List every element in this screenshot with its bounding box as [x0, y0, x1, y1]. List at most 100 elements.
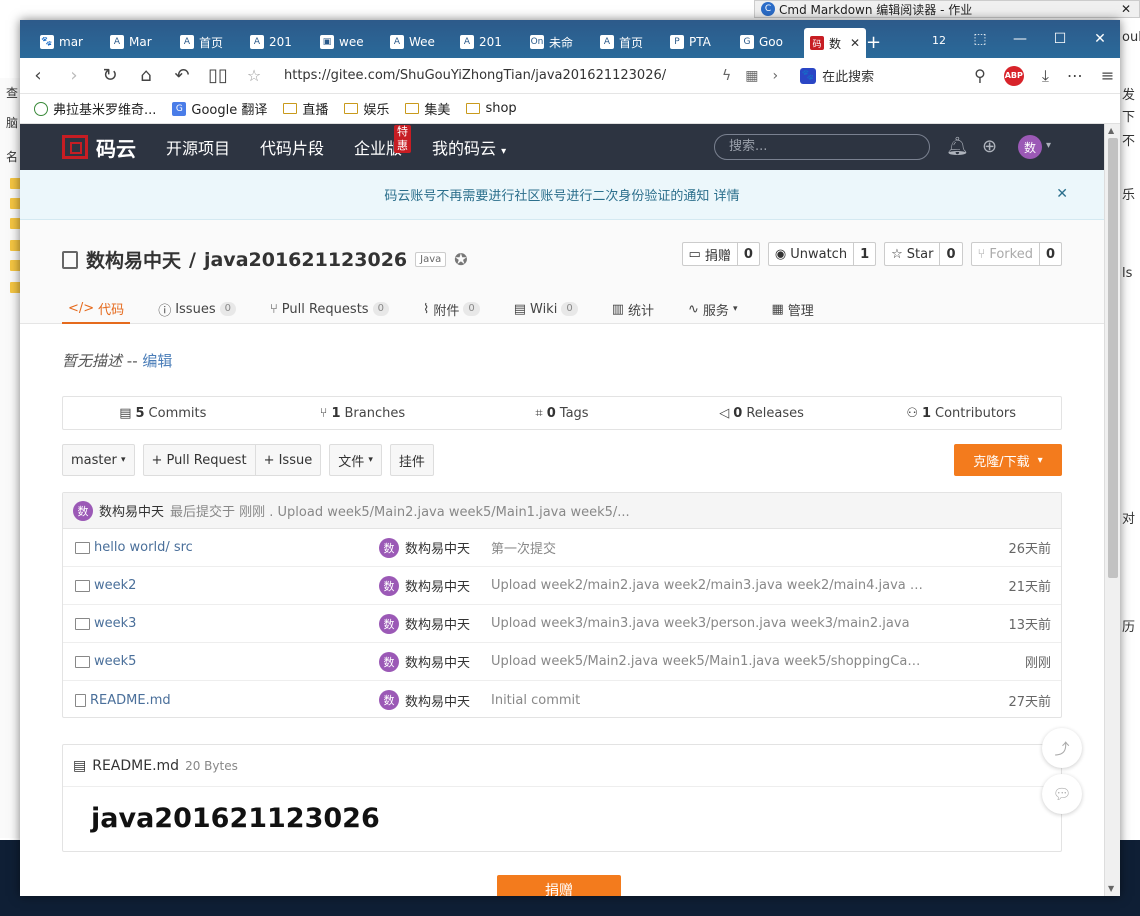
chevron-down-icon[interactable]: ▾ — [1046, 140, 1051, 151]
maximize-icon[interactable]: ☐ — [1040, 31, 1080, 47]
gitee-search-input[interactable]: 搜索... — [714, 134, 930, 160]
file-row[interactable]: week2 数数构易中天 Upload week2/main2.java wee… — [63, 567, 1061, 605]
url-input[interactable]: https://gitee.com/ShuGouYiZhongTian/java… — [284, 68, 714, 83]
tab-stats[interactable]: ▥ 统计 — [606, 294, 660, 324]
browser-tab[interactable]: A 201 — [454, 29, 524, 55]
edit-description-link[interactable]: 编辑 — [142, 352, 172, 370]
browser-tab[interactable]: G Goo — [734, 29, 804, 55]
close-icon[interactable]: ✕ — [1121, 2, 1131, 16]
browser-tab[interactable]: A 首页 — [174, 29, 244, 55]
file-name[interactable]: hello world/ src — [94, 540, 193, 555]
file-author[interactable]: 数构易中天 — [405, 538, 470, 557]
commit-author[interactable]: 数构易中天 — [99, 501, 164, 520]
new-tab-button[interactable]: + — [866, 32, 890, 53]
tab-attachments[interactable]: ⌇ 附件 0 — [417, 294, 486, 324]
stat-contributors[interactable]: ⚇ 1 Contributors — [861, 406, 1061, 421]
chat-icon[interactable]: 💬︎ — [1042, 774, 1082, 814]
donate-button[interactable]: 捐赠 — [497, 875, 621, 896]
forward-icon[interactable]: › — [56, 65, 92, 86]
star-icon[interactable]: ☆ — [236, 66, 272, 85]
repo-owner[interactable]: 数构易中天 — [86, 246, 181, 273]
plus-circle-icon[interactable]: ⊕ — [982, 136, 997, 157]
file-name[interactable]: week5 — [94, 654, 136, 669]
file-commit-message[interactable]: Upload week5/Main2.java week5/Main1.java… — [491, 654, 923, 669]
close-icon[interactable]: ✕ — [1056, 186, 1068, 202]
undo-icon[interactable]: ↶ — [164, 65, 200, 86]
close-tab-icon[interactable]: ✕ — [850, 36, 860, 50]
menu-icon[interactable]: ≡ — [1101, 66, 1114, 85]
tab-pull-requests[interactable]: ⑂ Pull Requests 0 — [264, 294, 395, 324]
nav-code-snippets[interactable]: 代码片段 — [260, 135, 324, 159]
avatar[interactable]: 数 — [379, 690, 399, 710]
branch-select[interactable]: master ▾ — [62, 444, 135, 476]
browser-tab[interactable]: A 首页 — [594, 29, 664, 55]
tab-preview-icon[interactable]: ⬚ — [960, 31, 1000, 47]
stat-tags[interactable]: ⌗ 0 Tags — [462, 406, 662, 421]
file-author[interactable]: 数构易中天 — [405, 691, 470, 710]
chevron-right-icon[interactable]: › — [772, 68, 778, 84]
bookmark-item[interactable]: G Google 翻译 — [172, 99, 267, 118]
tab-manage[interactable]: ▦ 管理 — [765, 294, 819, 324]
tab-issues[interactable]: ⓘ Issues 0 — [152, 294, 242, 324]
file-commit-message[interactable]: Upload week3/main3.java week3/person.jav… — [491, 616, 923, 631]
bookmark-folder[interactable]: 娱乐 — [344, 99, 389, 118]
pull-request-button[interactable]: + Pull Request — [142, 444, 256, 476]
bookmark-item[interactable]: 弗拉基米罗维奇... — [34, 99, 156, 118]
share-icon[interactable]: ⤴ — [1042, 728, 1082, 768]
gitee-logo[interactable]: 码云 — [62, 133, 136, 162]
tab-wiki[interactable]: ▤ Wiki 0 — [508, 294, 584, 324]
file-name[interactable]: week2 — [94, 578, 136, 593]
lightning-icon[interactable]: ϟ — [722, 68, 731, 84]
unwatch-button[interactable]: ◉ Unwatch 1 — [767, 242, 877, 266]
avatar[interactable]: 数 — [73, 500, 93, 521]
stat-commits[interactable]: ▤ 5 Commits — [63, 406, 263, 421]
browser-tab[interactable]: P PTA — [664, 29, 734, 55]
file-author[interactable]: 数构易中天 — [405, 576, 470, 595]
avatar[interactable]: 数 — [379, 537, 399, 558]
stat-branches[interactable]: ⑂ 1 Branches — [263, 406, 463, 421]
adblock-icon[interactable]: ABP — [1003, 65, 1024, 86]
download-icon[interactable]: ⤓ — [1042, 66, 1049, 86]
commit-message[interactable]: 最后提交于 刚刚 . Upload week5/Main2.java week5… — [170, 501, 630, 520]
file-name[interactable]: README.md — [90, 693, 171, 708]
bell-icon[interactable]: 🔔︎ — [946, 136, 969, 157]
file-menu-button[interactable]: 文件 ▾ — [329, 444, 382, 476]
file-commit-message[interactable]: Upload week2/main2.java week2/main3.java… — [491, 578, 923, 593]
minimize-icon[interactable]: — — [1000, 31, 1040, 47]
file-name[interactable]: week3 — [94, 616, 136, 631]
nav-my-gitee[interactable]: 我的码云 ▾ — [432, 135, 506, 159]
notice-link[interactable]: 详情 — [714, 185, 740, 204]
tab-services[interactable]: ∿ 服务 ▾ — [682, 294, 743, 324]
nav-open-source[interactable]: 开源项目 — [166, 135, 230, 159]
scroll-up-icon[interactable]: ▲ — [1108, 126, 1114, 135]
page-scrollbar[interactable]: ▲ ▼ — [1104, 124, 1120, 896]
back-icon[interactable]: ‹ — [20, 65, 56, 86]
qr-code-icon[interactable]: ▦ — [745, 68, 758, 84]
forked-button[interactable]: ⑂ Forked 0 — [970, 242, 1062, 266]
widget-button[interactable]: 挂件 — [389, 444, 434, 476]
bookmark-folder[interactable]: 直播 — [283, 99, 328, 118]
avatar[interactable]: 数 — [379, 575, 399, 596]
browser-tab[interactable]: ▣ wee — [314, 29, 384, 55]
donate-stat-button[interactable]: ▭ 捐赠 0 — [681, 242, 760, 266]
browser-tab[interactable]: A 201 — [244, 29, 314, 55]
scrollbar-thumb[interactable] — [1108, 138, 1118, 578]
star-button[interactable]: ☆ Star 0 — [884, 242, 963, 266]
avatar[interactable]: 数 — [379, 651, 399, 672]
reader-icon[interactable]: ▯▯ — [200, 65, 236, 86]
file-row[interactable]: week5 数数构易中天 Upload week5/Main2.java wee… — [63, 643, 1061, 681]
browser-tab[interactable]: A Mar — [104, 29, 174, 55]
more-icon[interactable]: ⋯ — [1067, 66, 1083, 85]
file-row[interactable]: hello world/ src 数数构易中天 第一次提交 26天前 — [63, 529, 1061, 567]
tab-code[interactable]: </> 代码 — [62, 294, 131, 324]
search-icon[interactable]: ⚲ — [974, 66, 986, 85]
file-author[interactable]: 数构易中天 — [405, 614, 470, 633]
issue-button[interactable]: + Issue — [255, 444, 322, 476]
scroll-down-icon[interactable]: ▼ — [1108, 884, 1114, 893]
browser-tab[interactable]: A Wee — [384, 29, 454, 55]
home-icon[interactable]: ⌂ — [128, 65, 164, 86]
file-row[interactable]: README.md 数数构易中天 Initial commit 27天前 — [63, 681, 1061, 719]
nav-enterprise[interactable]: 企业版 特惠 — [354, 125, 412, 159]
file-author[interactable]: 数构易中天 — [405, 652, 470, 671]
browser-tab-active[interactable]: 码数 ✕ — [804, 28, 866, 58]
